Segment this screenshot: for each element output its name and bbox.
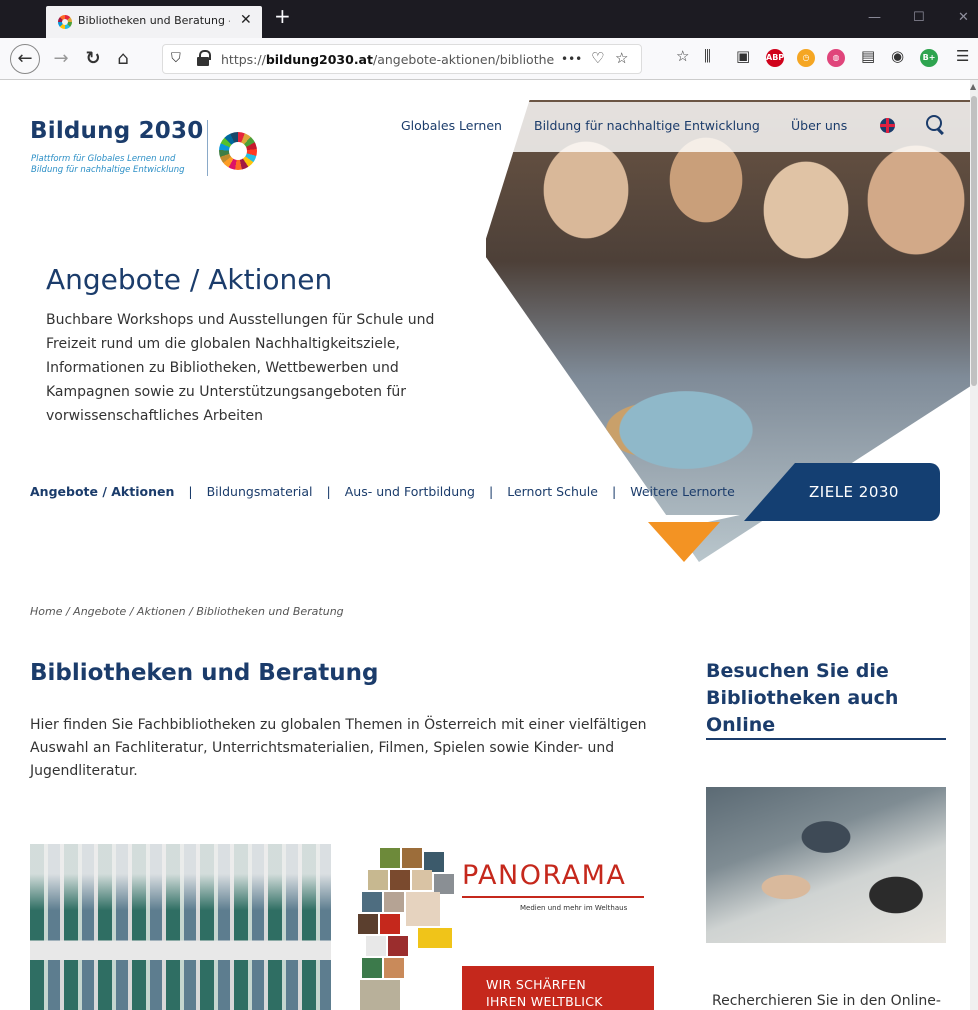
lock-icon[interactable] bbox=[197, 50, 211, 68]
extension-green-icon[interactable]: B+ bbox=[920, 49, 938, 67]
back-arrow-icon[interactable]: ← bbox=[10, 44, 40, 74]
tracking-shield-icon[interactable]: ⛉ bbox=[171, 51, 181, 66]
panorama-slogan: WIR SCHÄRFEN IHREN WELTBLICK bbox=[486, 977, 603, 1009]
reload-icon[interactable]: ↻ bbox=[78, 44, 108, 74]
web-page: Bildung 2030 Plattform für Globales Lern… bbox=[0, 80, 970, 1010]
pocket-icon[interactable]: ♡ bbox=[591, 49, 604, 67]
subnav-separator: | bbox=[611, 484, 617, 499]
site-favicon-icon bbox=[58, 15, 72, 29]
sidebar-text: Recherchieren Sie in den Online- bbox=[712, 993, 941, 1009]
browser-nav-bar: ← → ↻ ⌂ ⛉ https://bildung2030.at/angebot… bbox=[0, 38, 978, 80]
logo-divider bbox=[207, 120, 208, 176]
window-minimize-icon[interactable]: — bbox=[868, 10, 881, 25]
page-intro: Hier finden Sie Fachbibliotheken zu glob… bbox=[30, 717, 647, 779]
page-title: Bibliotheken und Beratung bbox=[30, 660, 379, 686]
reading-list-icon[interactable]: ☆ bbox=[676, 47, 689, 65]
account-icon[interactable]: ◉ bbox=[891, 47, 904, 65]
site-logo-title[interactable]: Bildung 2030 bbox=[30, 118, 203, 144]
search-icon[interactable] bbox=[926, 115, 946, 135]
subnav-item-lernort-schule[interactable]: Lernort Schule bbox=[507, 484, 598, 499]
library-photo-overlay bbox=[30, 844, 331, 1010]
address-bar[interactable]: ⛉ https://bildung2030.at/angebote-aktion… bbox=[162, 44, 642, 74]
nav-bildung-nachhaltige-entwicklung[interactable]: Bildung für nachhaltige Entwicklung bbox=[534, 118, 760, 133]
tab-close-icon[interactable]: ✕ bbox=[240, 12, 252, 28]
hero-description: Buchbare Workshops und Ausstellungen für… bbox=[46, 312, 435, 424]
panorama-title: PANORAMA bbox=[462, 860, 627, 891]
subnav-item-weitere-lernorte[interactable]: Weitere Lernorte bbox=[630, 484, 735, 499]
nav-globales-lernen[interactable]: Globales Lernen bbox=[401, 118, 502, 133]
section-subnav: Angebote / Aktionen | Bildungsmaterial | Aus… bbox=[30, 484, 735, 504]
panorama-subtitle: Medien und mehr im Welthaus bbox=[520, 904, 628, 912]
extension-notes-icon[interactable]: ▤ bbox=[861, 47, 875, 65]
extension-pink-icon[interactable]: ◍ bbox=[827, 49, 845, 67]
scroll-up-arrow-icon[interactable]: ▲ bbox=[970, 82, 976, 91]
tab-title: Bibliotheken und Beratung – Bi bbox=[78, 14, 230, 27]
library-icon[interactable]: ⫼ bbox=[704, 47, 711, 65]
nav-ueber-uns[interactable]: Über uns bbox=[791, 118, 847, 133]
subnav-item-aus-und-fortbildung[interactable]: Aus- und Fortbildung bbox=[345, 484, 475, 499]
hero-title: Angebote / Aktionen bbox=[46, 263, 333, 296]
page-scrollbar-thumb[interactable] bbox=[971, 96, 977, 386]
subnav-separator: | bbox=[326, 484, 331, 499]
menu-icon[interactable]: ☰ bbox=[956, 47, 969, 65]
subnav-separator: | bbox=[488, 484, 494, 499]
breadcrumb[interactable]: Home / Angebote / Aktionen / Bibliotheke… bbox=[30, 605, 344, 618]
window-maximize-icon[interactable]: ☐ bbox=[913, 10, 925, 25]
window-close-icon[interactable]: ✕ bbox=[958, 10, 969, 25]
page-actions-icon[interactable]: ••• bbox=[561, 52, 582, 66]
new-tab-button[interactable]: + bbox=[274, 4, 291, 28]
forward-arrow-icon[interactable]: → bbox=[46, 44, 76, 74]
browser-tab-active[interactable]: Bibliotheken und Beratung – Bi ✕ bbox=[46, 6, 262, 38]
browser-tab-bar: Bibliotheken und Beratung – Bi ✕ + — ☐ ✕ bbox=[0, 0, 978, 38]
bookmark-star-icon[interactable]: ☆ bbox=[615, 49, 628, 67]
panorama-rule bbox=[462, 896, 644, 898]
adblock-plus-icon[interactable]: ABP bbox=[766, 49, 784, 67]
sidebar-study-photo[interactable] bbox=[706, 787, 946, 943]
subnav-separator: | bbox=[188, 484, 193, 499]
subnav-item-angebote-aktionen[interactable]: Angebote / Aktionen bbox=[30, 484, 174, 499]
sidebar-title: Besuchen Sie die Bibliotheken auch Onlin… bbox=[706, 660, 899, 736]
subnav-item-bildungsmaterial[interactable]: Bildungsmaterial bbox=[207, 484, 313, 499]
sidebar-title-rule bbox=[706, 738, 946, 740]
site-logo-subtitle: Plattform für Globales Lernen und Bildun… bbox=[31, 154, 185, 175]
url-text[interactable]: https://bildung2030.at/angebote-aktionen… bbox=[221, 52, 555, 67]
english-flag-icon[interactable] bbox=[880, 118, 895, 133]
home-icon[interactable]: ⌂ bbox=[108, 44, 138, 74]
panorama-collage-head[interactable] bbox=[358, 848, 456, 1010]
sdg-wheel-icon[interactable] bbox=[219, 132, 257, 170]
sidebar-icon[interactable]: ▣ bbox=[736, 47, 750, 65]
extension-clock-icon[interactable]: ◷ bbox=[797, 49, 815, 67]
